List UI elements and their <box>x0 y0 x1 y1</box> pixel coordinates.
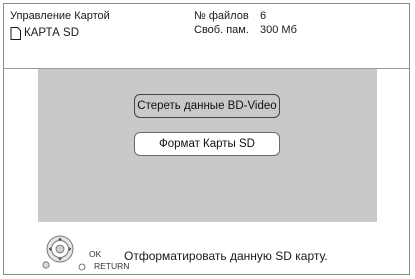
card-label: КАРТА SD <box>24 27 80 39</box>
card-management-screen: Управление Картой КАРТА SD № файлов 6 Св… <box>0 0 415 279</box>
card-stats: № файлов 6 Своб. пам. 300 Мб <box>194 10 297 38</box>
card-indicator: КАРТА SD <box>10 26 79 40</box>
file-count-label: № файлов <box>194 10 249 22</box>
format-sd-card-button[interactable]: Формат Карты SD <box>134 132 280 156</box>
footer: OK RETURN Отформатировать данную SD карт… <box>4 222 409 274</box>
free-space-row: Своб. пам. 300 Мб <box>194 24 297 38</box>
free-space-value: 300 Мб <box>260 24 297 36</box>
file-count-value: 6 <box>260 10 267 22</box>
free-space-label: Своб. пам. <box>194 24 249 36</box>
menu-panel: Стереть данные BD-Video Формат Карты SD <box>38 69 377 222</box>
file-count-row: № файлов 6 <box>194 10 297 24</box>
return-label: RETURN <box>94 261 130 271</box>
page-title: Управление Картой <box>10 10 110 22</box>
sd-card-icon <box>10 26 21 40</box>
header: Управление Картой КАРТА SD № файлов 6 Св… <box>4 4 409 66</box>
help-text: Отформатировать данную SD карту. <box>124 249 328 263</box>
ok-label: OK <box>89 249 102 259</box>
erase-bd-video-button[interactable]: Стереть данные BD-Video <box>134 94 280 118</box>
